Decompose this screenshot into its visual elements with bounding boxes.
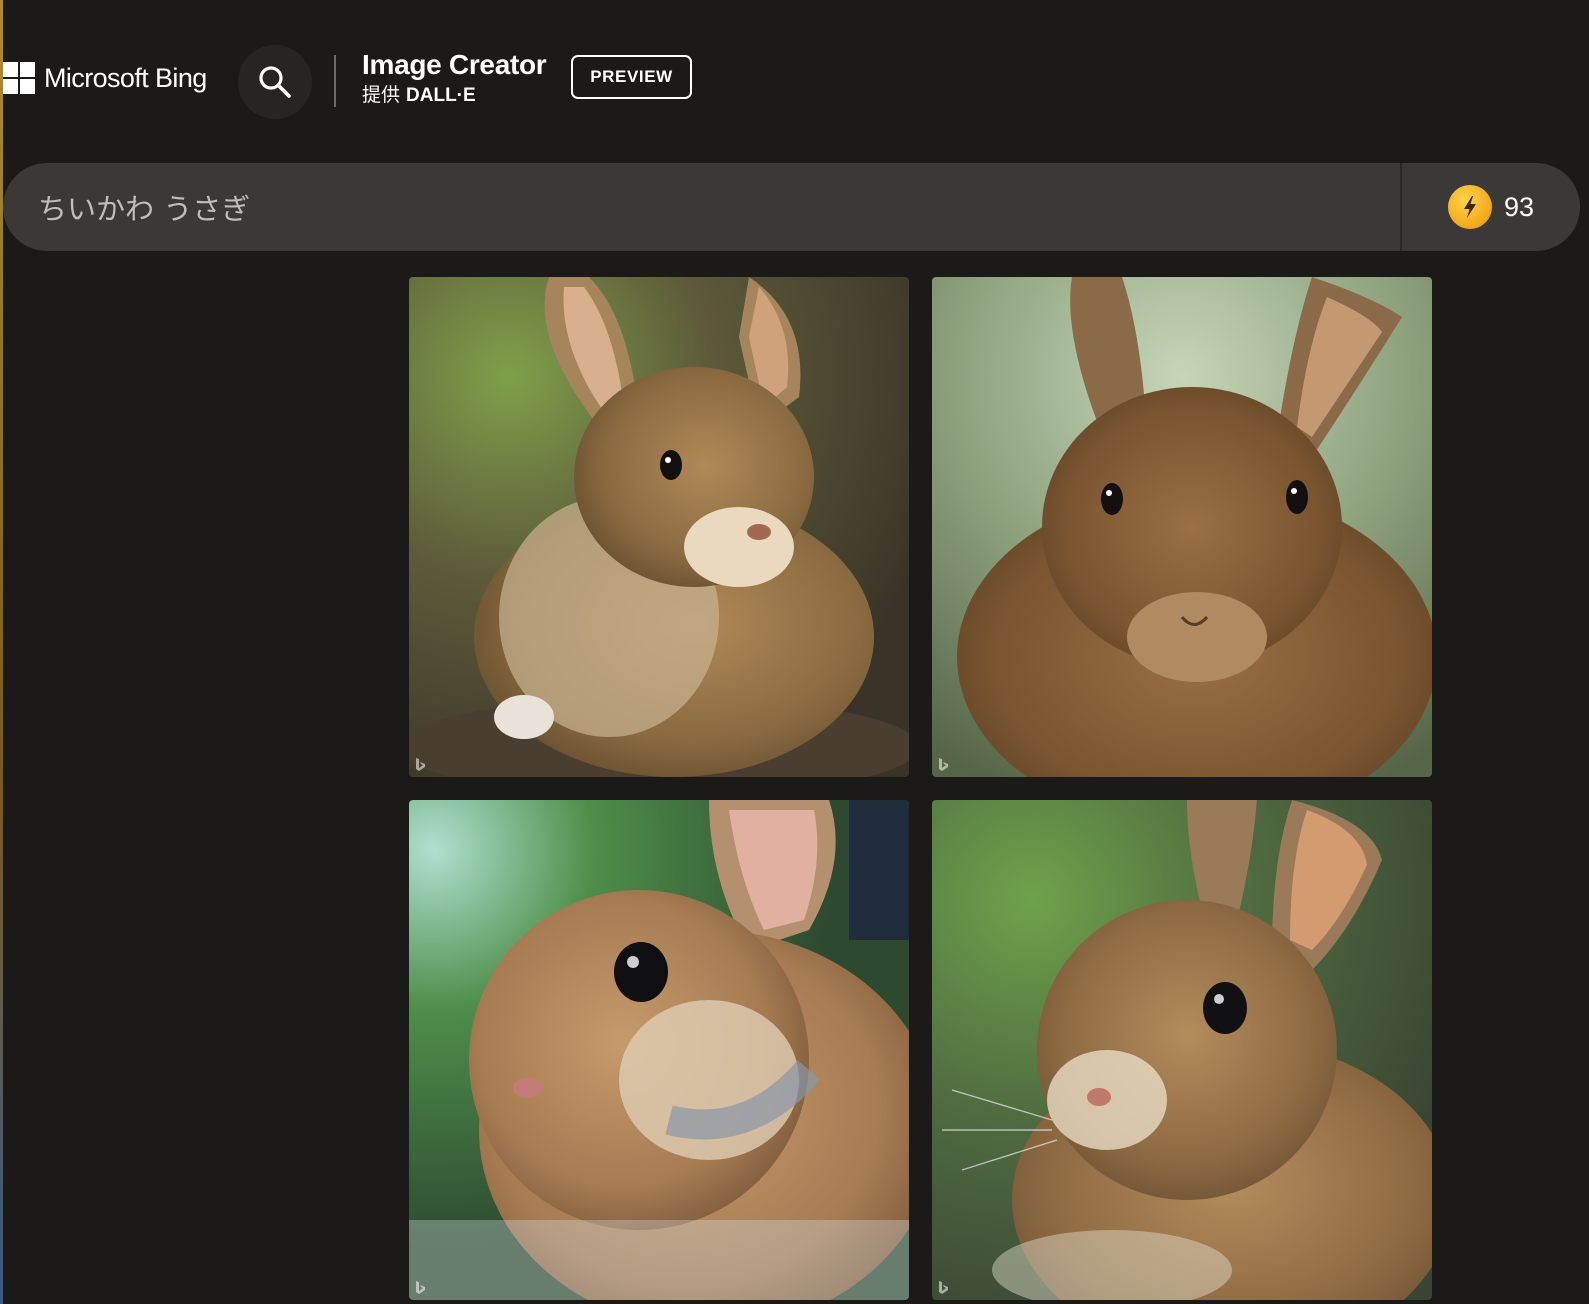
search-button[interactable] xyxy=(238,45,312,119)
bunny-image xyxy=(932,800,1432,1300)
lightning-bolt-icon xyxy=(1447,185,1492,229)
bunny-image xyxy=(409,800,909,1300)
preview-badge: PREVIEW xyxy=(571,55,692,99)
bing-watermark-icon xyxy=(939,1281,948,1294)
header-divider xyxy=(334,55,336,107)
result-image-3[interactable] xyxy=(409,800,909,1300)
provided-by-label: 提供 xyxy=(362,85,401,106)
bing-watermark-icon xyxy=(416,1281,425,1294)
product-subtitle: 提供 DALL·E xyxy=(362,84,546,108)
image-creator-link[interactable]: Image Creator 提供 DALL·E xyxy=(362,48,547,108)
search-icon xyxy=(259,66,291,98)
microsoft-logo-icon xyxy=(3,62,35,94)
result-image-1[interactable] xyxy=(409,277,909,777)
header: Microsoft Bing Image Creator 提供 DALL·E PR… xyxy=(0,40,800,120)
result-image-2[interactable] xyxy=(932,277,1432,777)
bing-watermark-icon xyxy=(939,758,948,771)
prompt-input[interactable] xyxy=(3,163,1400,251)
image-results-grid xyxy=(409,277,1432,1300)
bing-watermark-icon xyxy=(416,758,425,771)
bunny-image xyxy=(409,277,909,777)
product-title: Image Creator xyxy=(362,49,547,80)
prompt-bar: 93 xyxy=(3,163,1580,251)
engine-name: DALL·E xyxy=(406,85,476,106)
page: Microsoft Bing Image Creator 提供 DALL·E PR… xyxy=(0,0,1589,1304)
boosts-count: 93 xyxy=(1503,191,1535,222)
bing-home-link[interactable]: Microsoft Bing xyxy=(3,62,207,94)
result-image-4[interactable] xyxy=(932,800,1432,1300)
boosts-counter[interactable]: 93 xyxy=(1402,163,1580,251)
brand-name: Microsoft Bing xyxy=(44,62,207,93)
bunny-image xyxy=(932,277,1432,777)
